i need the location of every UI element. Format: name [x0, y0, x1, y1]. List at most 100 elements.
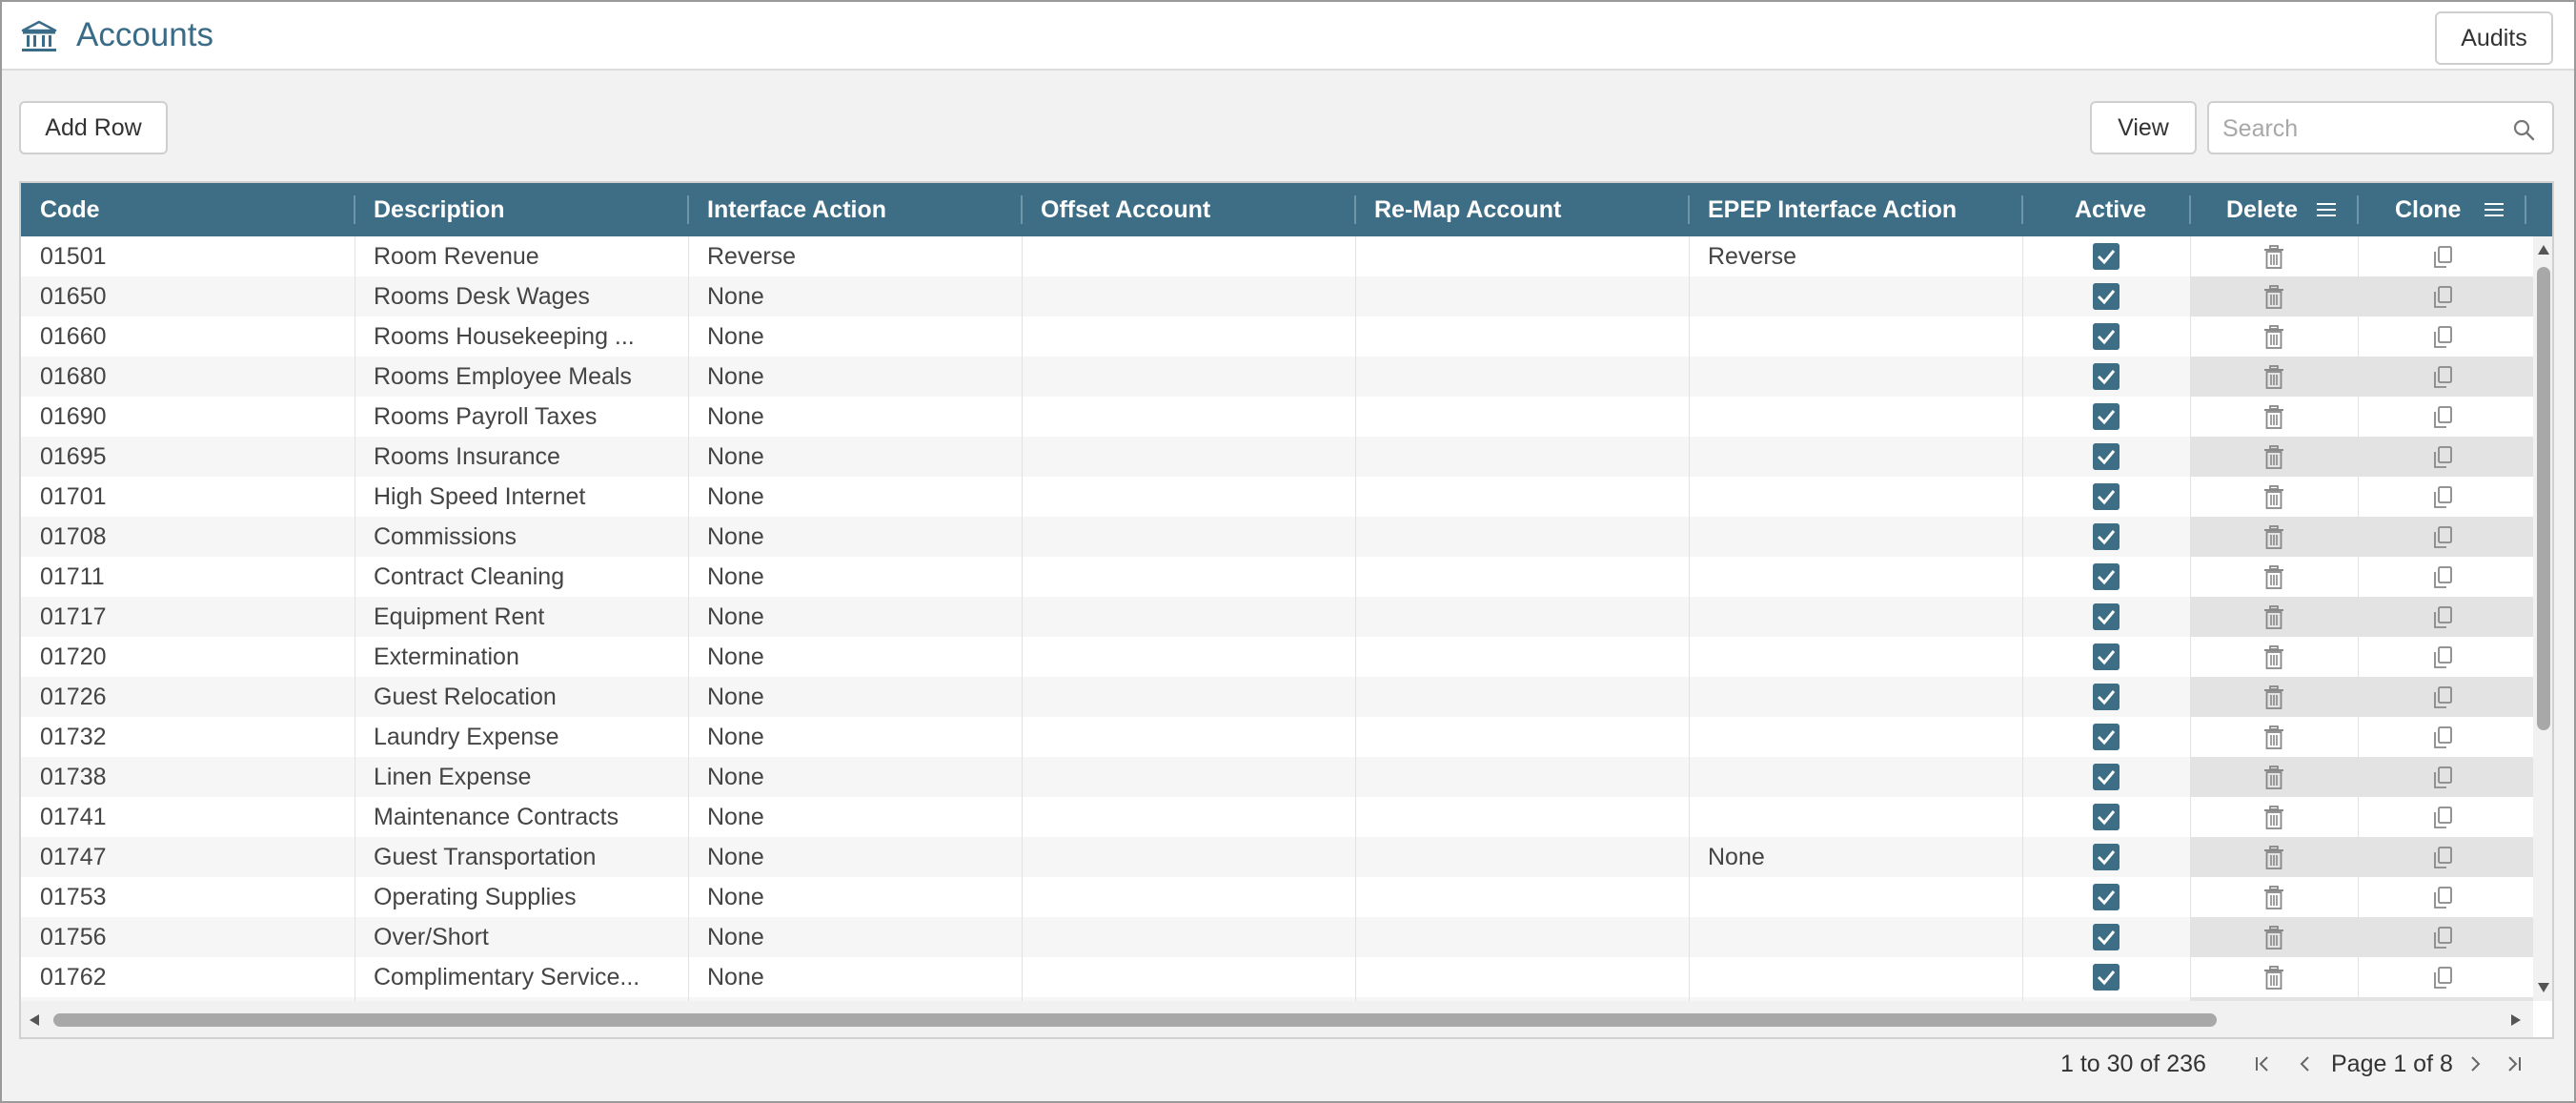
- cell-code[interactable]: 01747: [40, 837, 345, 877]
- active-checkbox[interactable]: [2093, 643, 2120, 670]
- horizontal-scrollbar[interactable]: [21, 1001, 2533, 1037]
- cell-description[interactable]: Complimentary Service...: [374, 957, 679, 997]
- trash-icon[interactable]: [2262, 525, 2285, 550]
- copy-icon[interactable]: [2431, 245, 2454, 270]
- column-resize-handle[interactable]: [1354, 195, 1356, 224]
- copy-icon[interactable]: [2431, 685, 2454, 710]
- trash-icon[interactable]: [2262, 685, 2285, 710]
- cell-remap-account[interactable]: [1374, 677, 1679, 717]
- column-header-offset-account[interactable]: Offset Account: [1041, 183, 1210, 236]
- scroll-up-arrow-icon[interactable]: [2537, 244, 2550, 255]
- copy-icon[interactable]: [2431, 405, 2454, 430]
- column-header-active[interactable]: Active: [2075, 183, 2146, 236]
- cell-epep-interface-action[interactable]: [1708, 637, 2013, 677]
- active-checkbox[interactable]: [2093, 603, 2120, 630]
- cell-remap-account[interactable]: [1374, 757, 1679, 797]
- table-row[interactable]: 01717 Equipment Rent None: [21, 597, 2533, 637]
- copy-icon[interactable]: [2431, 846, 2454, 870]
- cell-epep-interface-action[interactable]: [1708, 477, 2013, 517]
- cell-offset-account[interactable]: [1041, 557, 1346, 597]
- column-resize-handle[interactable]: [2021, 195, 2023, 224]
- add-row-button[interactable]: Add Row: [19, 101, 168, 154]
- table-row[interactable]: 01756 Over/Short None: [21, 917, 2533, 957]
- column-resize-handle[interactable]: [354, 195, 355, 224]
- cell-code[interactable]: 01690: [40, 397, 345, 437]
- table-row[interactable]: 01720 Extermination None: [21, 637, 2533, 677]
- cell-remap-account[interactable]: [1374, 557, 1679, 597]
- trash-icon[interactable]: [2262, 966, 2285, 991]
- cell-code[interactable]: 01726: [40, 677, 345, 717]
- cell-remap-account[interactable]: [1374, 637, 1679, 677]
- active-checkbox[interactable]: [2093, 924, 2120, 950]
- copy-icon[interactable]: [2431, 485, 2454, 510]
- active-checkbox[interactable]: [2093, 724, 2120, 750]
- cell-epep-interface-action[interactable]: [1708, 717, 2013, 757]
- cell-offset-account[interactable]: [1041, 236, 1346, 276]
- cell-epep-interface-action[interactable]: [1708, 397, 2013, 437]
- table-row[interactable]: 01501 Room Revenue Reverse Reverse: [21, 236, 2533, 276]
- cell-interface-action[interactable]: None: [707, 877, 1012, 917]
- trash-icon[interactable]: [2262, 886, 2285, 910]
- cell-epep-interface-action[interactable]: [1708, 517, 2013, 557]
- next-page-icon[interactable]: [2464, 1053, 2485, 1074]
- cell-remap-account[interactable]: [1374, 477, 1679, 517]
- cell-interface-action[interactable]: None: [707, 797, 1012, 837]
- trash-icon[interactable]: [2262, 605, 2285, 630]
- view-button[interactable]: View: [2090, 101, 2197, 154]
- cell-epep-interface-action[interactable]: [1708, 437, 2013, 477]
- cell-code[interactable]: 01756: [40, 917, 345, 957]
- cell-description[interactable]: Maintenance Contracts: [374, 797, 679, 837]
- cell-interface-action[interactable]: None: [707, 917, 1012, 957]
- cell-epep-interface-action[interactable]: [1708, 677, 2013, 717]
- cell-remap-account[interactable]: [1374, 957, 1679, 997]
- vertical-scroll-thumb[interactable]: [2537, 267, 2550, 730]
- active-checkbox[interactable]: [2093, 243, 2120, 270]
- cell-description[interactable]: Rooms Desk Wages: [374, 276, 679, 317]
- previous-page-icon[interactable]: [2295, 1053, 2316, 1074]
- cell-description[interactable]: Rooms Employee Meals: [374, 357, 679, 397]
- table-row[interactable]: 01650 Rooms Desk Wages None: [21, 276, 2533, 317]
- cell-interface-action[interactable]: None: [707, 757, 1012, 797]
- table-row[interactable]: 01680 Rooms Employee Meals None: [21, 357, 2533, 397]
- copy-icon[interactable]: [2431, 806, 2454, 830]
- cell-remap-account[interactable]: [1374, 717, 1679, 757]
- active-checkbox[interactable]: [2093, 884, 2120, 910]
- cell-remap-account[interactable]: [1374, 397, 1679, 437]
- cell-offset-account[interactable]: [1041, 437, 1346, 477]
- cell-code[interactable]: 01695: [40, 437, 345, 477]
- cell-description[interactable]: Extermination: [374, 637, 679, 677]
- cell-offset-account[interactable]: [1041, 797, 1346, 837]
- trash-icon[interactable]: [2262, 365, 2285, 390]
- cell-offset-account[interactable]: [1041, 957, 1346, 997]
- cell-remap-account[interactable]: [1374, 837, 1679, 877]
- cell-remap-account[interactable]: [1374, 517, 1679, 557]
- column-resize-handle[interactable]: [2357, 195, 2359, 224]
- column-header-delete[interactable]: Delete: [2226, 183, 2298, 236]
- cell-offset-account[interactable]: [1041, 357, 1346, 397]
- active-checkbox[interactable]: [2093, 483, 2120, 510]
- search-input[interactable]: [2222, 112, 2499, 145]
- cell-interface-action[interactable]: None: [707, 677, 1012, 717]
- table-row[interactable]: 01695 Rooms Insurance None: [21, 437, 2533, 477]
- trash-icon[interactable]: [2262, 806, 2285, 830]
- audits-button[interactable]: Audits: [2435, 11, 2553, 65]
- cell-epep-interface-action[interactable]: [1708, 757, 2013, 797]
- column-menu-icon[interactable]: [2316, 201, 2337, 218]
- cell-remap-account[interactable]: [1374, 437, 1679, 477]
- active-checkbox[interactable]: [2093, 844, 2120, 870]
- active-checkbox[interactable]: [2093, 563, 2120, 590]
- cell-description[interactable]: Equipment Rent: [374, 597, 679, 637]
- active-checkbox[interactable]: [2093, 283, 2120, 310]
- cell-offset-account[interactable]: [1041, 877, 1346, 917]
- column-menu-icon[interactable]: [2484, 201, 2505, 218]
- cell-interface-action[interactable]: None: [707, 317, 1012, 357]
- cell-interface-action[interactable]: None: [707, 717, 1012, 757]
- cell-epep-interface-action[interactable]: [1708, 276, 2013, 317]
- cell-description[interactable]: Contract Cleaning: [374, 557, 679, 597]
- cell-interface-action[interactable]: None: [707, 597, 1012, 637]
- cell-code[interactable]: 01711: [40, 557, 345, 597]
- copy-icon[interactable]: [2431, 605, 2454, 630]
- copy-icon[interactable]: [2431, 285, 2454, 310]
- scroll-right-arrow-icon[interactable]: [2510, 1013, 2522, 1027]
- trash-icon[interactable]: [2262, 766, 2285, 790]
